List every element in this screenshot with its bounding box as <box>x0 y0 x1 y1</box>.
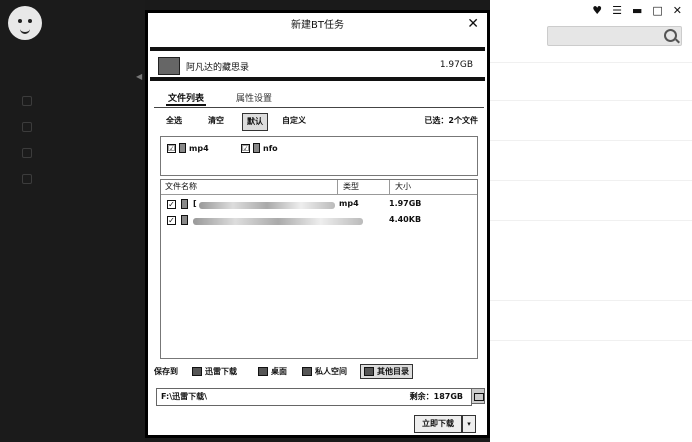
sidebar-item[interactable] <box>22 120 32 134</box>
tab-bar: 文件列表 属性设置 <box>154 91 484 108</box>
menu-icon[interactable]: ☰ <box>612 4 622 17</box>
file-size: 1.97GB <box>389 199 422 208</box>
collapse-arrow-icon[interactable]: ◀ <box>136 72 142 81</box>
maximize-icon[interactable]: □ <box>652 4 662 17</box>
custom-button[interactable]: 自定义 <box>282 113 306 129</box>
divider <box>490 340 692 341</box>
checkbox[interactable]: ✓ <box>167 216 176 225</box>
option-label: 其他目录 <box>377 367 409 376</box>
save-path: F:\迅雷下载\ <box>161 392 208 401</box>
main-panel: ♥ ☰ ▬ □ ✕ <box>490 0 692 442</box>
divider <box>490 300 692 301</box>
table-row[interactable]: ✓ 4.40KB <box>167 214 467 228</box>
save-option-desktop[interactable]: 桌面 <box>258 366 287 377</box>
column-name[interactable]: 文件名称 <box>165 181 197 192</box>
option-label: 桌面 <box>271 367 287 376</box>
divider <box>490 100 692 101</box>
folder-icon <box>158 57 180 75</box>
checkbox[interactable]: ✓ <box>167 200 176 209</box>
folder-icon <box>364 367 374 376</box>
divider <box>490 62 692 63</box>
redacted-file-name <box>193 218 363 225</box>
close-window-icon[interactable]: ✕ <box>673 4 682 17</box>
info-file-icon <box>253 143 260 153</box>
video-file-icon <box>179 143 186 153</box>
window-controls: ♥ ☰ ▬ □ ✕ <box>592 4 682 17</box>
info-file-icon <box>181 215 188 225</box>
file-table: 文件名称 类型 大小 ✓ [ mp4 1.97GB ✓ 4.40KB <box>160 179 478 359</box>
desktop-icon <box>258 367 268 376</box>
column-size[interactable]: 大小 <box>395 181 411 192</box>
table-row[interactable]: ✓ [ mp4 1.97GB <box>167 198 467 212</box>
download-options-arrow[interactable]: ▾ <box>462 415 476 433</box>
redacted-file-name <box>199 202 335 209</box>
column-divider[interactable] <box>389 180 390 194</box>
avatar-eye-icon <box>18 19 22 23</box>
option-label: 私人空间 <box>315 367 347 376</box>
file-table-header: 文件名称 类型 大小 <box>161 180 477 195</box>
type-label: nfo <box>263 143 278 153</box>
video-file-icon <box>181 199 188 209</box>
divider <box>490 180 692 181</box>
clear-button[interactable]: 清空 <box>208 113 224 129</box>
tab-properties[interactable]: 属性设置 <box>234 91 274 104</box>
selected-count: 已选：2个文件 <box>424 116 478 125</box>
new-bt-task-dialog: 新建BT任务 ✕ 阿凡达的藏思录 1.97GB 文件列表 属性设置 全选 清空 … <box>145 10 490 438</box>
column-divider[interactable] <box>337 180 338 194</box>
list-icon <box>22 174 32 184</box>
task-size: 1.97GB <box>439 60 473 70</box>
type-label: mp4 <box>189 143 209 153</box>
dialog-title: 新建BT任务 <box>291 20 344 31</box>
file-type-filter: ☑ mp4 ☑ nfo <box>160 136 478 176</box>
download-now-button[interactable]: 立即下载 <box>414 415 462 433</box>
save-to-label: 保存到 <box>154 367 178 376</box>
sidebar-item[interactable] <box>22 146 32 160</box>
close-icon[interactable]: ✕ <box>467 16 479 32</box>
checkbox[interactable]: ☑ <box>241 143 250 153</box>
save-option-other[interactable]: 其他目录 <box>360 364 413 379</box>
option-label: 迅雷下载 <box>205 367 237 376</box>
task-name: 阿凡达的藏思录 <box>186 63 250 73</box>
task-info: 阿凡达的藏思录 1.97GB <box>150 47 485 81</box>
sidebar-item[interactable] <box>22 94 32 108</box>
save-location: 保存到 迅雷下载 桌面 私人空间 其他目录 <box>154 364 484 381</box>
file-size: 4.40KB <box>389 215 422 224</box>
file-name-prefix: [ <box>193 199 197 208</box>
lock-icon <box>22 122 32 132</box>
minimize-icon[interactable]: ▬ <box>632 4 642 17</box>
selection-toolbar: 全选 清空 默认 自定义 已选：2个文件 <box>158 113 478 131</box>
column-type[interactable]: 类型 <box>343 181 359 192</box>
checkbox[interactable]: ☑ <box>167 143 176 153</box>
default-button[interactable]: 默认 <box>242 113 268 131</box>
select-all-button[interactable]: 全选 <box>166 113 182 129</box>
browse-folder-button[interactable] <box>471 388 485 404</box>
divider <box>490 140 692 141</box>
sidebar-item[interactable] <box>22 172 32 186</box>
type-filter-mp4[interactable]: ☑ mp4 <box>167 143 209 153</box>
avatar-mouth-icon <box>20 28 30 34</box>
avatar[interactable] <box>8 6 42 40</box>
trash-icon <box>22 148 32 158</box>
file-type: mp4 <box>339 199 359 208</box>
lock-icon <box>302 367 312 376</box>
tab-file-list[interactable]: 文件列表 <box>166 91 207 106</box>
save-path-field[interactable]: F:\迅雷下载\ 剩余：187GB <box>156 388 472 406</box>
download-folder-icon <box>192 367 202 376</box>
avatar-eye-icon <box>28 19 32 23</box>
search-input[interactable] <box>547 26 682 46</box>
type-filter-nfo[interactable]: ☑ nfo <box>241 143 278 153</box>
save-option-thunder[interactable]: 迅雷下载 <box>192 366 237 377</box>
free-space: 剩余：187GB <box>409 392 463 401</box>
skin-icon[interactable]: ♥ <box>592 4 602 17</box>
divider <box>490 220 692 221</box>
save-option-private[interactable]: 私人空间 <box>302 366 347 377</box>
sidebar: ◀ <box>0 0 145 442</box>
check-circle-icon <box>22 96 32 106</box>
search-icon[interactable] <box>664 29 677 42</box>
